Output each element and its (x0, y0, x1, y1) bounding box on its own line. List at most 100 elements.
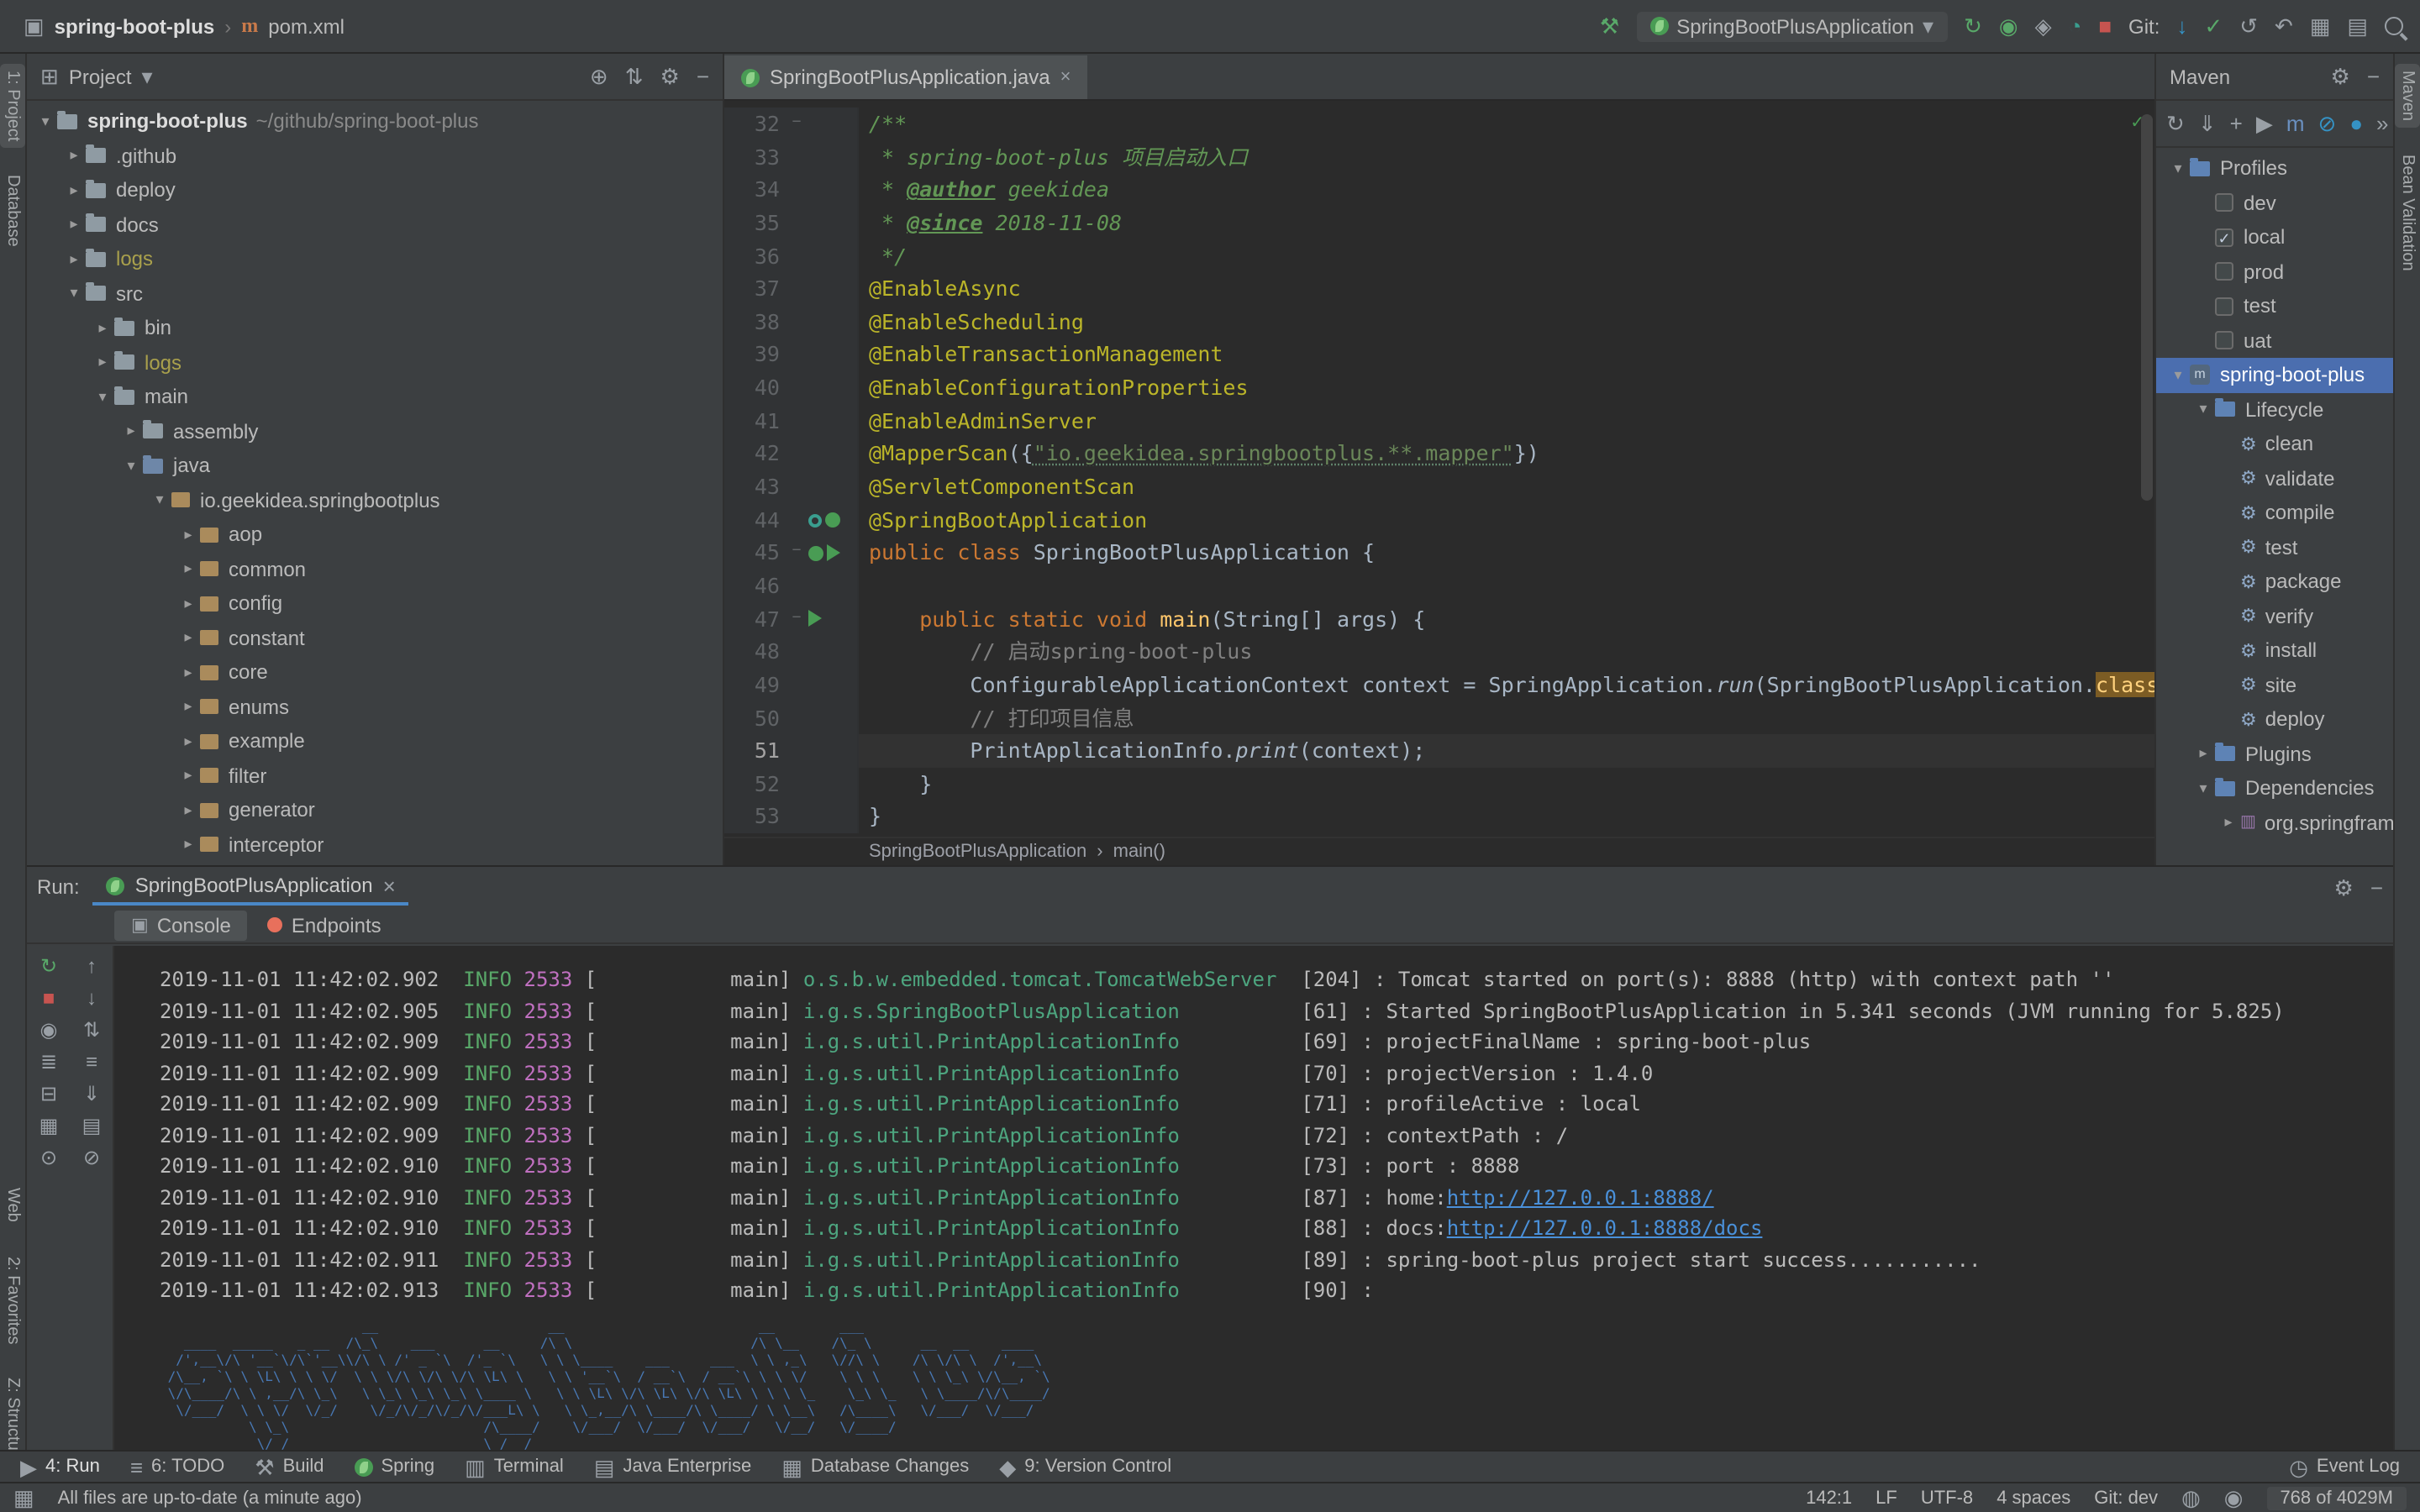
maven-tree-item[interactable]: ▾ Dependencies (2156, 771, 2393, 806)
maven-tree-item[interactable]: prod (2156, 255, 2393, 289)
maven-tree-item[interactable]: ⚙ clean (2156, 427, 2393, 461)
maven-tree-item[interactable]: ▸▥ org.springframework.boot:spring-boot-s… (2156, 806, 2393, 840)
skip-tests-icon[interactable]: ⊘ (2318, 113, 2337, 134)
git-commit-icon[interactable]: ✓ (2204, 15, 2223, 37)
maven-tree-item[interactable]: ⚙ test (2156, 530, 2393, 564)
editor-tab[interactable]: SpringBootPlusApplication.java × (724, 55, 1088, 99)
clear-all-icon[interactable]: ⊘ (83, 1147, 100, 1168)
fold-marker-icon[interactable]: − (788, 602, 805, 636)
tree-item[interactable]: ▸ example (27, 724, 723, 759)
sidebar-item-2-favorites[interactable]: 2: Favorites (0, 1249, 25, 1351)
close-icon[interactable]: × (1060, 67, 1071, 87)
maven-tree-item[interactable]: ▾ m spring-boot-plus (2156, 358, 2393, 392)
tree-item[interactable]: ▸ filter (27, 759, 723, 793)
chevron-collapsed-icon[interactable]: ▸ (176, 526, 200, 544)
tree-item[interactable]: ▸ assembly (27, 414, 723, 449)
toolwindow-switcher-icon[interactable]: ▦ (13, 1487, 34, 1509)
maven-tree-item[interactable]: dev (2156, 186, 2393, 220)
event-log-button[interactable]: ◷ Event Log (2289, 1456, 2400, 1478)
spring-bean-icon[interactable] (808, 545, 823, 561)
settings-icon[interactable]: ⚙ (2334, 876, 2354, 898)
print-icon[interactable]: ▤ (82, 1116, 102, 1136)
spring-gutter-icon[interactable] (808, 513, 822, 527)
scroll-up-icon[interactable]: ↑ (87, 956, 97, 976)
tree-item[interactable]: ▾ main (27, 380, 723, 414)
profile-checkbox[interactable] (2215, 331, 2233, 350)
chevron-collapsed-icon[interactable]: ▸ (2191, 745, 2215, 764)
camera-icon[interactable]: ◉ (40, 1020, 58, 1040)
scroll-down-icon[interactable]: ↓ (87, 988, 97, 1008)
editor-scrollbar[interactable] (2141, 114, 2153, 501)
tree-item[interactable]: ▸ constant (27, 621, 723, 655)
chevron-collapsed-icon[interactable]: ▸ (176, 560, 200, 579)
profiler-icon[interactable]: ◔ (2069, 15, 2082, 37)
chevron-collapsed-icon[interactable]: ▸ (2217, 814, 2240, 832)
maven-tree-item[interactable]: ▾ Profiles (2156, 151, 2393, 186)
thread-dump-icon[interactable]: ≣ (40, 1052, 57, 1072)
download-sources-icon[interactable]: ⇓ (2198, 113, 2217, 134)
maven-tree-item[interactable]: ▾ Lifecycle (2156, 392, 2393, 427)
run-config-selector[interactable]: SpringBootPlusApplication ▾ (1636, 11, 1948, 41)
breadcrumb-item[interactable]: main() (1113, 842, 1165, 862)
status-git-branch[interactable]: Git: dev (2094, 1488, 2158, 1508)
tree-item[interactable]: ▸ .github (27, 139, 723, 173)
tree-item[interactable]: ▸ generator (27, 793, 723, 827)
maven-tree-item[interactable]: ▸ Plugins (2156, 737, 2393, 771)
tree-item[interactable]: ▸ interceptor (27, 827, 723, 862)
profile-checkbox[interactable]: ✓ (2215, 228, 2233, 247)
chevron-expanded-icon[interactable]: ▾ (2191, 780, 2215, 798)
chevron-expanded-icon[interactable]: ▾ (2191, 401, 2215, 419)
run-gutter-icon[interactable] (808, 610, 822, 627)
maven-settings-icon[interactable]: m (2286, 113, 2305, 134)
tab-console[interactable]: ▣ Console (114, 910, 248, 940)
tree-item[interactable]: ▾ io.geekidea.springbootplus (27, 483, 723, 517)
highlighting-level-icon[interactable]: ◉ (2224, 1487, 2244, 1509)
chevron-collapsed-icon[interactable]: ▸ (176, 732, 200, 751)
sidebar-item-bean-validation[interactable]: Bean Validation (2395, 148, 2420, 278)
soft-wrap-icon[interactable]: ≡ (86, 1052, 97, 1072)
project-panel-title[interactable]: Project (69, 65, 132, 88)
status-file-encoding[interactable]: UTF-8 (1921, 1488, 1973, 1508)
debug-icon[interactable]: ◉ (1999, 15, 2018, 37)
chevron-collapsed-icon[interactable]: ▸ (176, 629, 200, 648)
tree-item[interactable]: ▸ logs (27, 242, 723, 276)
chevron-collapsed-icon[interactable]: ▸ (62, 147, 86, 165)
toolwindow-button-build[interactable]: ⚒ Build (255, 1456, 324, 1478)
profile-checkbox[interactable] (2215, 193, 2233, 213)
maven-tree-item[interactable]: uat (2156, 323, 2393, 358)
add-maven-project-icon[interactable]: + (2230, 113, 2243, 134)
maven-tree-item[interactable]: ⚙ deploy (2156, 702, 2393, 737)
profiles-icon[interactable]: ● (2349, 113, 2363, 134)
pin-icon[interactable]: ⊙ (40, 1147, 57, 1168)
maven-tree-item[interactable]: ⚙ package (2156, 564, 2393, 599)
tree-item[interactable]: ▸ aop (27, 517, 723, 552)
chevron-expanded-icon[interactable]: ▾ (91, 388, 114, 407)
stop-icon[interactable]: ■ (2098, 15, 2112, 37)
memory-indicator[interactable]: 768 of 4029M (2266, 1486, 2407, 1509)
toolwindow-button-terminal[interactable]: ▥ Terminal (465, 1456, 564, 1478)
breadcrumb-item[interactable]: SpringBootPlusApplication (869, 842, 1086, 862)
write-access-icon[interactable]: ◍ (2181, 1487, 2201, 1509)
chevron-collapsed-icon[interactable]: ▸ (62, 250, 86, 269)
git-update-icon[interactable]: ↓ (2176, 15, 2187, 37)
maven-tree-item[interactable]: ⚙ install (2156, 633, 2393, 668)
locate-file-icon[interactable]: ⊕ (590, 66, 608, 87)
tab-endpoints[interactable]: Endpoints (251, 910, 398, 940)
settings-icon[interactable]: ⚙ (2331, 66, 2350, 87)
chevron-expanded-icon[interactable]: ▾ (2166, 160, 2190, 178)
run-tab[interactable]: SpringBootPlusApplication × (92, 869, 409, 906)
search-icon[interactable] (2385, 17, 2403, 35)
toolwindow-button-spring[interactable]: Spring (354, 1457, 434, 1477)
git-history-icon[interactable]: ↺ (2239, 15, 2258, 37)
chevron-expanded-icon[interactable]: ▾ (62, 285, 86, 303)
profile-checkbox[interactable] (2215, 297, 2233, 316)
scroll-to-end-icon[interactable]: ⇓ (83, 1084, 100, 1104)
chevron-expanded-icon[interactable]: ▾ (2166, 366, 2190, 385)
toolwindow-button-database-changes[interactable]: ▦ Database Changes (781, 1456, 969, 1478)
maven-tree-item[interactable]: ⚙ compile (2156, 496, 2393, 530)
chevron-down-icon[interactable]: ▾ (142, 66, 153, 87)
tree-item[interactable]: ▸ common (27, 552, 723, 586)
rerun-icon[interactable]: ↻ (1964, 15, 1982, 37)
status-indent-style[interactable]: 4 spaces (1996, 1488, 2070, 1508)
chevron-collapsed-icon[interactable]: ▸ (176, 767, 200, 785)
